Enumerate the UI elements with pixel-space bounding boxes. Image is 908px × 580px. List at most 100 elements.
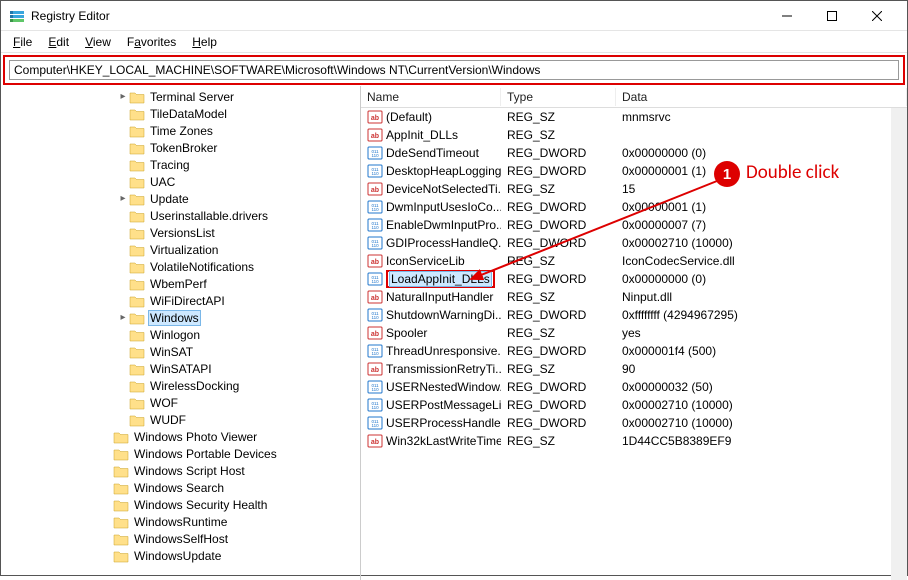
tree-item[interactable]: WOF (1, 394, 360, 411)
string-value-icon (367, 181, 383, 197)
list-row[interactable]: LoadAppInit_DLLsREG_DWORD0x00000000 (0) (361, 270, 907, 288)
maximize-button[interactable] (809, 2, 854, 30)
chevron-icon[interactable]: ▸ (117, 91, 129, 102)
tree-item[interactable]: Windows Search (1, 479, 360, 496)
menu-favorites[interactable]: Favorites (121, 33, 182, 51)
list-row[interactable]: USERProcessHandle...REG_DWORD0x00002710 … (361, 414, 907, 432)
tree-item[interactable]: ▸Update (1, 190, 360, 207)
tree-item[interactable]: WirelessDocking (1, 377, 360, 394)
col-header-type[interactable]: Type (501, 88, 616, 106)
tree-item[interactable]: WiFiDirectAPI (1, 292, 360, 309)
tree-item[interactable]: TokenBroker (1, 139, 360, 156)
tree-item-label: WirelessDocking (148, 379, 241, 393)
tree-item[interactable]: Windows Photo Viewer (1, 428, 360, 445)
list-row[interactable]: ShutdownWarningDi...REG_DWORD0xffffffff … (361, 306, 907, 324)
col-header-name[interactable]: Name (361, 88, 501, 106)
minimize-button[interactable] (764, 2, 809, 30)
value-type: REG_DWORD (501, 236, 616, 250)
tree-item[interactable]: Windows Portable Devices (1, 445, 360, 462)
col-header-data[interactable]: Data (616, 88, 907, 106)
folder-icon (129, 107, 145, 121)
value-data: 0x00002710 (10000) (616, 398, 907, 412)
tree-item[interactable]: Userinstallable.drivers (1, 207, 360, 224)
value-data: 0x00000032 (50) (616, 380, 907, 394)
list-row[interactable]: Win32kLastWriteTimeREG_SZ1D44CC5B8389EF9 (361, 432, 907, 450)
value-type: REG_SZ (501, 290, 616, 304)
dword-value-icon (367, 415, 383, 431)
value-name: USERNestedWindow... (386, 380, 501, 394)
string-value-icon (367, 289, 383, 305)
tree-item[interactable]: VersionsList (1, 224, 360, 241)
tree-item-label: Userinstallable.drivers (148, 209, 270, 223)
address-input[interactable] (9, 60, 899, 80)
list-row[interactable]: USERPostMessageLi...REG_DWORD0x00002710 … (361, 396, 907, 414)
close-button[interactable] (854, 2, 899, 30)
folder-icon (129, 413, 145, 427)
list-row[interactable]: EnableDwmInputPro...REG_DWORD0x00000007 … (361, 216, 907, 234)
value-type: REG_DWORD (501, 200, 616, 214)
chevron-icon[interactable]: ▸ (117, 312, 129, 323)
list-row[interactable]: TransmissionRetryTi...REG_SZ90 (361, 360, 907, 378)
tree-item-label: VolatileNotifications (148, 260, 256, 274)
tree-view[interactable]: ▸Terminal ServerTileDataModelTime ZonesT… (1, 86, 361, 580)
value-name: DdeSendTimeout (386, 146, 479, 160)
tree-item[interactable]: Tracing (1, 156, 360, 173)
tree-item[interactable]: Time Zones (1, 122, 360, 139)
folder-icon (129, 379, 145, 393)
tree-item[interactable]: WindowsUpdate (1, 547, 360, 564)
tree-item-label: WUDF (148, 413, 188, 427)
tree-item[interactable]: WindowsRuntime (1, 513, 360, 530)
tree-item[interactable]: WinSAT (1, 343, 360, 360)
list-row[interactable]: (Default)REG_SZmnmsrvc (361, 108, 907, 126)
value-type: REG_DWORD (501, 308, 616, 322)
folder-icon (129, 328, 145, 342)
value-name: Win32kLastWriteTime (386, 434, 501, 448)
list-row[interactable]: SpoolerREG_SZyes (361, 324, 907, 342)
tree-item[interactable]: Winlogon (1, 326, 360, 343)
tree-item[interactable]: UAC (1, 173, 360, 190)
menu-file[interactable]: File (7, 33, 38, 51)
list-row[interactable]: GDIProcessHandleQ...REG_DWORD0x00002710 … (361, 234, 907, 252)
dword-value-icon (367, 163, 383, 179)
tree-item[interactable]: ▸Windows (1, 309, 360, 326)
tree-item-label: Virtualization (148, 243, 220, 257)
tree-item[interactable]: ▸Terminal Server (1, 88, 360, 105)
menu-edit[interactable]: Edit (42, 33, 75, 51)
folder-icon (129, 260, 145, 274)
scrollbar[interactable] (891, 108, 907, 580)
tree-item[interactable]: WUDF (1, 411, 360, 428)
folder-icon (113, 549, 129, 563)
list-row[interactable]: ThreadUnresponsive...REG_DWORD0x000001f4… (361, 342, 907, 360)
list-row[interactable]: AppInit_DLLsREG_SZ (361, 126, 907, 144)
folder-icon (129, 209, 145, 223)
tree-item[interactable]: Windows Script Host (1, 462, 360, 479)
list-row[interactable]: DdeSendTimeoutREG_DWORD0x00000000 (0) (361, 144, 907, 162)
dword-value-icon (367, 235, 383, 251)
list-header: Name Type Data (361, 86, 907, 108)
tree-item[interactable]: Virtualization (1, 241, 360, 258)
value-data: 0x00000007 (7) (616, 218, 907, 232)
tree-item-label: WindowsRuntime (132, 515, 229, 529)
value-data: 15 (616, 182, 907, 196)
list-row[interactable]: NaturalInputHandlerREG_SZNinput.dll (361, 288, 907, 306)
tree-item[interactable]: WindowsSelfHost (1, 530, 360, 547)
list-row[interactable]: IconServiceLibREG_SZIconCodecService.dll (361, 252, 907, 270)
tree-item[interactable]: TileDataModel (1, 105, 360, 122)
chevron-icon[interactable]: ▸ (117, 193, 129, 204)
list-row[interactable]: USERNestedWindow...REG_DWORD0x00000032 (… (361, 378, 907, 396)
list-row[interactable]: DwmInputUsesIoCo...REG_DWORD0x00000001 (… (361, 198, 907, 216)
menu-view[interactable]: View (79, 33, 117, 51)
value-data: mnmsrvc (616, 110, 907, 124)
annotation-badge: 1 (714, 161, 740, 187)
string-value-icon (367, 361, 383, 377)
tree-item[interactable]: WbemPerf (1, 275, 360, 292)
tree-item-label: WinSATAPI (148, 362, 214, 376)
tree-item[interactable]: Windows Security Health (1, 496, 360, 513)
value-data: 0x00000000 (0) (616, 272, 907, 286)
tree-item[interactable]: VolatileNotifications (1, 258, 360, 275)
value-type: REG_DWORD (501, 398, 616, 412)
tree-item[interactable]: WinSATAPI (1, 360, 360, 377)
menu-help[interactable]: Help (186, 33, 223, 51)
tree-item-label: WinSAT (148, 345, 195, 359)
folder-icon (113, 481, 129, 495)
